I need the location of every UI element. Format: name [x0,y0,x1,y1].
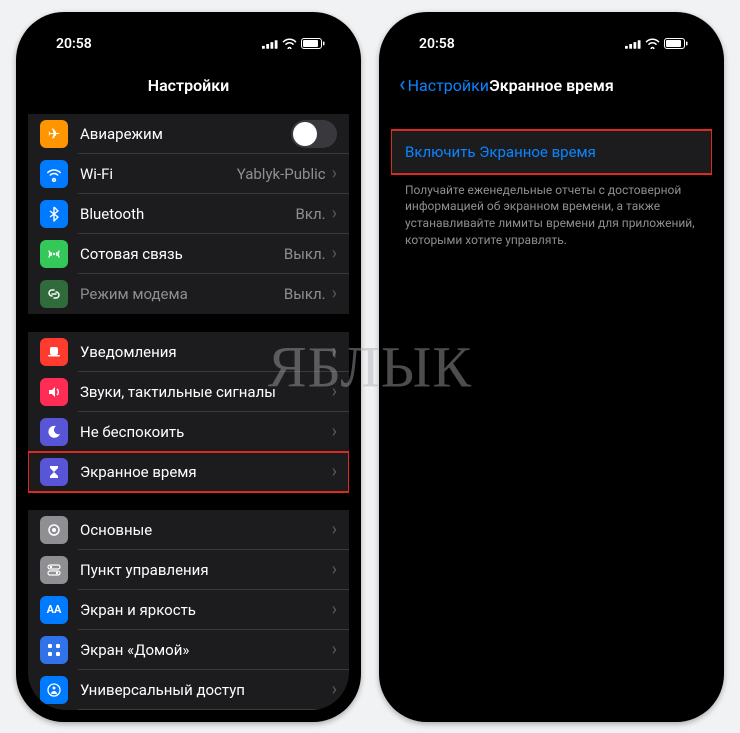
battery-icon [301,38,325,49]
screentime-content: Включить Экранное время Получайте еженед… [391,130,712,257]
row-homescreen[interactable]: Экран «Домой»› [28,630,349,670]
hotspot-icon [40,280,68,308]
button-label: Включить Экранное время [405,143,596,161]
row-sounds[interactable]: Звуки, тактильные сигналы› [28,372,349,412]
sounds-icon [40,378,68,406]
settings-group: ✈АвиарежимWi-FiYablyk-Public›BluetoothВк… [28,114,349,314]
airplane-icon: ✈ [40,120,68,148]
enable-group: Включить Экранное время [391,130,712,174]
nav-bar-right: ‹ Настройки Экранное время [391,64,712,108]
row-value: Yablyk-Public [237,165,326,183]
row-control-center[interactable]: Пункт управления› [28,550,349,590]
row-label: Авиарежим [80,125,291,143]
status-time: 20:58 [56,36,92,52]
row-wifi[interactable]: Wi-FiYablyk-Public › [28,154,349,194]
row-value: Вкл. [296,205,326,223]
chevron-right-icon: › [332,421,337,442]
row-bluetooth[interactable]: BluetoothВкл. › [28,194,349,234]
back-button[interactable]: ‹ Настройки [399,64,489,108]
row-label: Экран и яркость [80,601,332,619]
screen-right: 20:58 ‹ Настройки Экранное время Включит… [391,24,712,710]
general-icon [40,516,68,544]
signal-icon [625,39,641,49]
notifications-icon [40,338,68,366]
row-screentime[interactable]: Экранное время› [28,452,349,492]
row-label: Wi-Fi [80,165,237,183]
row-label: Режим модема [80,285,284,303]
status-icons [625,38,688,49]
notch [472,12,632,38]
back-label: Настройки [408,76,489,95]
row-airplane[interactable]: ✈ Авиарежим [28,114,349,154]
chevron-left-icon: ‹ [399,74,406,96]
chevron-right-icon: › [332,679,337,700]
display-icon: AA [40,596,68,624]
chevron-right-icon: › [332,461,337,482]
enable-screentime-button[interactable]: Включить Экранное время [391,130,712,174]
row-notifications[interactable]: Уведомления› [28,332,349,372]
row-value: Выкл. [284,285,326,303]
footer-text: Получайте еженедельные отчеты с достовер… [391,174,712,257]
chevron-right-icon: › [332,639,337,660]
screentime-icon [40,458,68,486]
row-dnd[interactable]: Не беспокоить› [28,412,349,452]
row-label: Основные [80,521,332,539]
row-label: Пункт управления [80,561,332,579]
page-title: Экранное время [489,76,613,95]
row-label: Экранное время [80,463,332,481]
row-label: Bluetooth [80,205,296,223]
phone-left: 20:58 Настройки ✈ Авиарежим Wi-FiYablyk-Pu… [16,12,361,722]
status-time: 20:58 [419,36,455,52]
row-value: Выкл. [284,245,326,263]
settings-list[interactable]: ✈АвиарежимWi-FiYablyk-Public›BluetoothВк… [28,114,349,710]
row-general[interactable]: Основные› [28,510,349,550]
accessibility-icon [40,676,68,704]
battery-icon [664,38,688,49]
wifi-status-icon [282,38,297,49]
chevron-right-icon: › [332,519,337,540]
settings-group: Уведомления›Звуки, тактильные сигналы›Не… [28,332,349,492]
bluetooth-icon [40,200,68,228]
row-label: Универсальный доступ [80,681,332,699]
wifi-icon [40,160,68,188]
row-cellular[interactable]: Сотовая связьВыкл. › [28,234,349,274]
nav-bar-left: Настройки [28,64,349,108]
chevron-right-icon: › [332,381,337,402]
row-accessibility[interactable]: Универсальный доступ› [28,670,349,710]
chevron-right-icon: › [332,203,337,224]
screen-left: 20:58 Настройки ✈ Авиарежим Wi-FiYablyk-Pu… [28,24,349,710]
status-icons [262,38,325,49]
dnd-icon [40,418,68,446]
wifi-status-icon [645,38,660,49]
homescreen-icon [40,636,68,664]
row-hotspot[interactable]: Режим модемаВыкл. › [28,274,349,314]
row-label: Сотовая связь [80,245,284,263]
cellular-icon [40,240,68,268]
chevron-right-icon: › [332,243,337,264]
chevron-right-icon: › [332,163,337,184]
row-label: Экран «Домой» [80,641,332,659]
notch [109,12,269,38]
page-title: Настройки [148,76,230,95]
row-label: Не беспокоить [80,423,332,441]
chevron-right-icon: › [332,559,337,580]
row-label: Уведомления [80,343,332,361]
phone-right: 20:58 ‹ Настройки Экранное время Включит… [379,12,724,722]
signal-icon [262,39,278,49]
control-center-icon [40,556,68,584]
chevron-right-icon: › [332,599,337,620]
chevron-right-icon: › [332,283,337,304]
row-label: Звуки, тактильные сигналы [80,383,332,401]
row-display[interactable]: AA Экран и яркость› [28,590,349,630]
settings-group: Основные›Пункт управления›AAЭкран и ярко… [28,510,349,710]
chevron-right-icon: › [332,341,337,362]
toggle-switch[interactable] [291,120,337,148]
